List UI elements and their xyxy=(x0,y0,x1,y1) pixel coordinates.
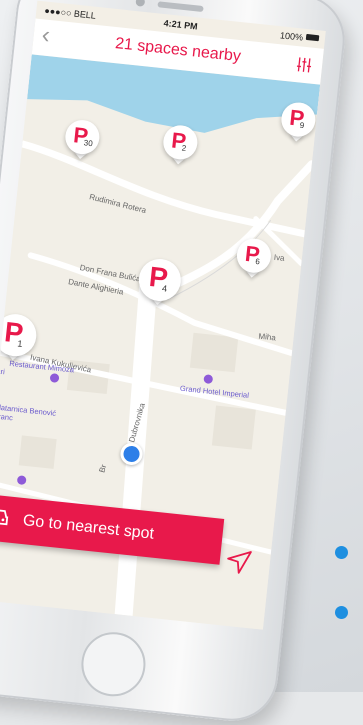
decorative-dot xyxy=(335,606,348,619)
parking-pin-selected[interactable]: P4 xyxy=(136,257,183,311)
cta-label: Go to nearest spot xyxy=(22,512,155,544)
battery-label: 100% xyxy=(280,30,304,42)
camera-icon xyxy=(135,0,145,7)
decorative-dot xyxy=(335,546,348,559)
map-view[interactable]: Rudimira Rotera Don Frana Bulića Dante A… xyxy=(0,54,320,629)
parking-pin[interactable]: P2 xyxy=(161,124,199,167)
parking-pin[interactable]: P1 xyxy=(0,312,38,366)
app-screen: ●●●○○ BELL 4:21 PM 100% ‹ 21 spaces near… xyxy=(0,1,326,630)
street-label: Iva xyxy=(273,253,285,263)
car-icon xyxy=(0,506,10,528)
speaker xyxy=(157,1,203,12)
parking-pin[interactable]: P6 xyxy=(235,237,273,280)
battery-icon xyxy=(306,34,320,41)
poi-label: ari xyxy=(0,366,5,376)
parking-pin[interactable]: P30 xyxy=(63,118,101,161)
street-label: Miha xyxy=(258,332,276,343)
filter-sliders-icon[interactable] xyxy=(295,56,313,74)
locate-arrow-icon[interactable] xyxy=(225,548,254,577)
home-button xyxy=(78,629,148,699)
parking-pin[interactable]: P9 xyxy=(279,101,317,144)
